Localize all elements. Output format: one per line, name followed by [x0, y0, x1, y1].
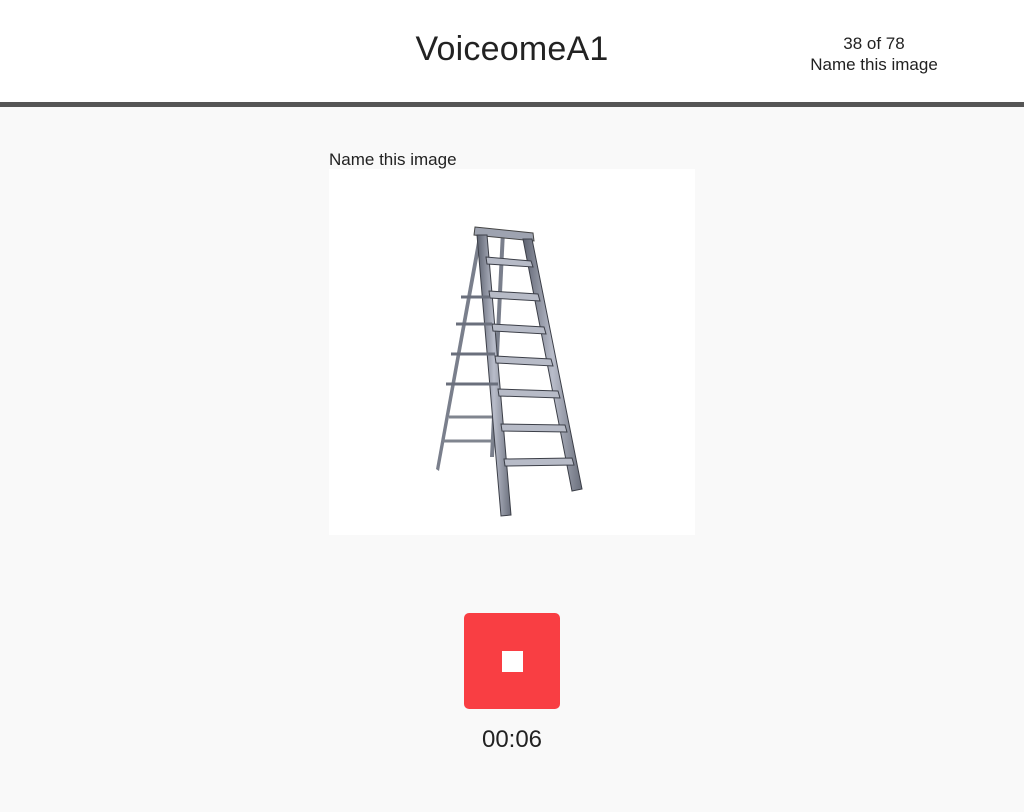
progress-indicator: 38 of 78 Name this image	[790, 33, 958, 75]
task-name: Name this image	[810, 55, 938, 74]
prompt-label: Name this image	[329, 150, 457, 169]
stop-recording-button[interactable]	[464, 613, 560, 709]
ladder-image	[436, 226, 583, 517]
recording-timer: 00:06	[481, 726, 543, 753]
app-header: VoiceomeA1 38 of 78 Name this image	[0, 0, 1024, 107]
stimulus-image	[329, 169, 695, 535]
stop-icon	[502, 651, 523, 672]
progress-count: 38 of 78	[843, 34, 905, 53]
